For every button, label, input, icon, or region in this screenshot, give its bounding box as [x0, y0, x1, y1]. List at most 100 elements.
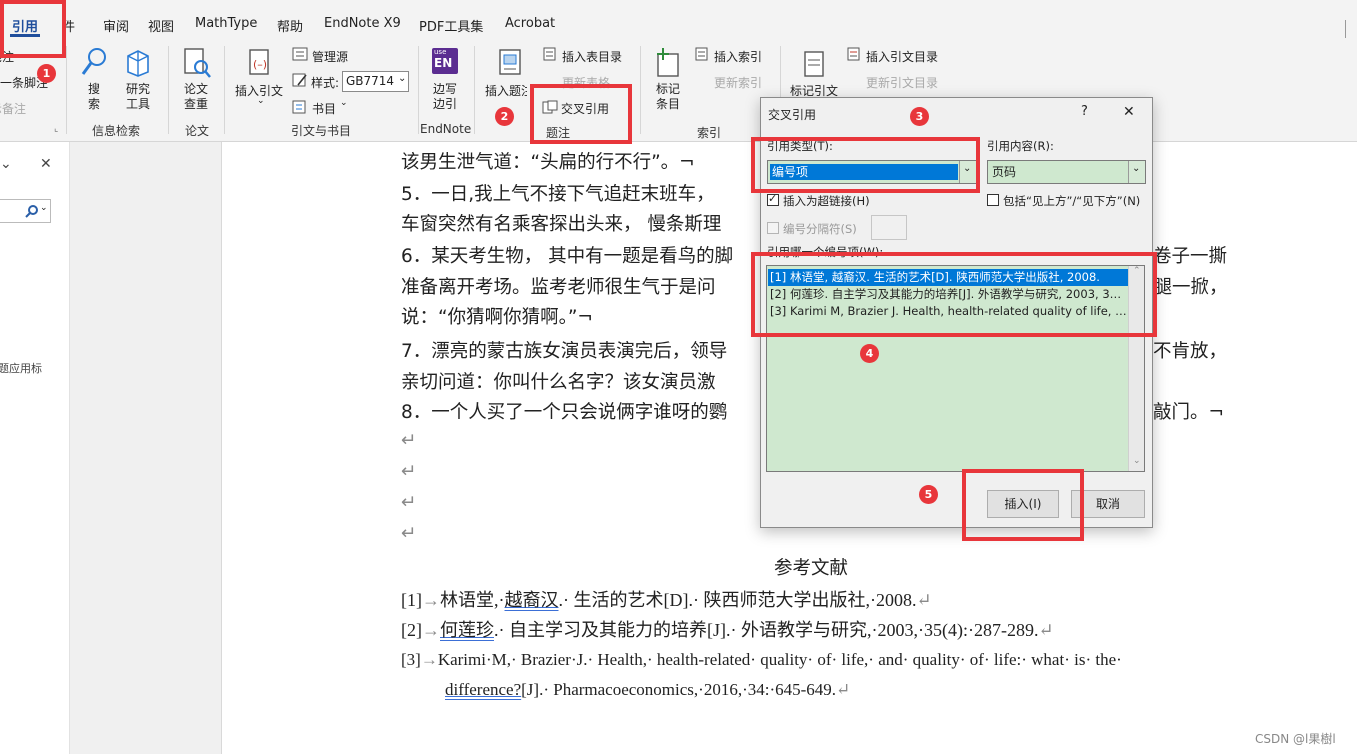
- ref-content-dropdown[interactable]: 页码 ⌄: [987, 160, 1146, 184]
- research-tools-button[interactable]: 研究工具: [126, 82, 152, 112]
- endnote-icon: use EN: [432, 48, 458, 74]
- separator-label: 编号分隔符(S): [783, 222, 857, 236]
- doc-line: 车窗突然有名乘客探出头来， 慢条斯理: [401, 214, 722, 235]
- svg-text:(–): (–): [253, 58, 267, 71]
- update-index-button[interactable]: 更新索引: [714, 74, 762, 91]
- tab-arrow: →: [422, 620, 440, 640]
- doc-line: 说：“你猜啊你猜啊。”¬: [401, 307, 593, 328]
- paper-check-button[interactable]: 论文查重: [184, 82, 210, 112]
- annotation-box: [530, 84, 632, 144]
- endnote-icon-mark: use: [434, 48, 447, 56]
- update-toa-button[interactable]: 更新引文目录: [866, 74, 938, 91]
- group-label-citations: 引文与书目: [291, 124, 352, 138]
- tab-arrow: →: [422, 590, 440, 610]
- group-separator: [474, 46, 475, 134]
- group-label-endnote: EndNote: [420, 122, 472, 136]
- nav-search-box[interactable]: ⌄: [0, 199, 51, 223]
- chevron-down-icon[interactable]: ⌄: [340, 98, 348, 108]
- reference-entry-continued: difference?[J].· Pharmacoeconomics,·2016…: [445, 680, 850, 700]
- show-notes-button[interactable]: 显示备注: [0, 100, 26, 117]
- insert-index-icon: [695, 47, 708, 61]
- group-separator: [418, 46, 419, 134]
- separator-checkbox[interactable]: [767, 222, 779, 234]
- research-tools-icon: [127, 50, 149, 77]
- group-label-index: 索引: [697, 126, 722, 140]
- insert-table-of-figures-button[interactable]: 插入表目录: [562, 48, 622, 65]
- search-icon: [81, 48, 106, 75]
- annotation-box: [0, 0, 66, 58]
- annotation-badge: 2: [495, 107, 514, 126]
- mark-citation-icon: [804, 51, 824, 77]
- references-title: 参考文献: [774, 558, 849, 579]
- reference-text: Karimi·M,· Brazier·J.· Health,· health-r…: [437, 650, 1122, 669]
- search-button[interactable]: 搜索: [88, 82, 102, 112]
- check-icon: ✓: [768, 192, 778, 205]
- reference-text: [J].· Pharmacoeconomics,·2016,·34:·645-6…: [521, 680, 837, 699]
- insert-citation-icon: (–): [249, 49, 269, 75]
- page-margin-area: [70, 142, 222, 754]
- help-button[interactable]: ?: [1081, 104, 1088, 119]
- doc-line: 6．某天考生物， 其中有一题是看鸟的脚: [401, 246, 734, 267]
- annotation-box: [962, 469, 1084, 541]
- paragraph-mark: ↵: [401, 461, 417, 482]
- write-cite-button[interactable]: 边写边引: [433, 82, 459, 112]
- doc-line-fragment: 敲门。¬: [1153, 402, 1225, 423]
- insert-index-button[interactable]: 插入索引: [714, 48, 762, 65]
- annotation-box: [751, 252, 1157, 337]
- annotation-badge: 1: [37, 64, 56, 83]
- manage-sources-button[interactable]: 管理源: [312, 48, 348, 65]
- navigation-pane: ⌄ ✕ ⌄ 题应用标: [0, 142, 70, 754]
- tab-endnote[interactable]: EndNote X9: [324, 16, 401, 31]
- group-separator: [224, 46, 225, 134]
- close-button[interactable]: ✕: [1123, 104, 1135, 120]
- group-label-info: 信息检索: [92, 124, 141, 138]
- annotation-badge: 3: [910, 107, 929, 126]
- search-icon: [25, 205, 38, 218]
- tab-pdf-tools[interactable]: PDF工具集: [419, 16, 483, 35]
- scroll-down-icon[interactable]: ⌄: [1133, 456, 1141, 466]
- doc-line: 8．一个人买了一个只会说俩字谁呀的鹦: [401, 402, 728, 423]
- endnote-icon-mark: EN: [434, 56, 453, 70]
- chevron-down-icon: ⌄: [1128, 161, 1145, 183]
- reference-number: [2]: [401, 620, 422, 640]
- ref-content-value: 页码: [992, 165, 1017, 179]
- bibliography-button[interactable]: 书目: [312, 100, 336, 117]
- separator-input[interactable]: [871, 215, 907, 240]
- tab-arrow: →: [420, 650, 438, 669]
- paragraph-mark: ↵: [836, 680, 851, 699]
- chevron-down-icon: ⌄: [40, 203, 48, 213]
- style-dropdown[interactable]: GB7714 ⌄: [342, 71, 409, 92]
- reference-text-underlined: difference?: [445, 680, 522, 699]
- style-dropdown-value: GB7714: [346, 74, 395, 88]
- reference-entry: [1]→林语堂,·越裔汉.· 生活的艺术[D].· 陕西师范大学出版社,·200…: [401, 586, 932, 612]
- doc-line: 该男生泄气道：“头扁的行不行”。¬: [401, 152, 695, 173]
- dialog-launcher-icon[interactable]: ⌞: [54, 124, 58, 134]
- word-window: 引用 邮件 审阅 视图 MathType 帮助 EndNote X9 PDF工具…: [0, 0, 1357, 754]
- mark-entry-button[interactable]: 标记条目: [656, 82, 682, 112]
- tab-help[interactable]: 帮助: [277, 16, 303, 35]
- paragraph-mark: ↵: [401, 430, 417, 451]
- chevron-down-icon[interactable]: ⌄: [0, 156, 12, 172]
- paragraph-mark: ↵: [401, 492, 417, 513]
- insert-caption-button[interactable]: 插入题注: [485, 82, 527, 99]
- doc-line: 5．一日,我上气不接下气追赶末班车，: [401, 184, 715, 205]
- paragraph-mark: ↵: [916, 590, 932, 610]
- dialog-title: 交叉引用: [768, 108, 817, 122]
- annotation-badge: 4: [860, 344, 879, 363]
- tab-review[interactable]: 审阅: [103, 16, 129, 35]
- paper-check-icon: [184, 48, 211, 78]
- close-icon[interactable]: ✕: [40, 156, 52, 172]
- tab-mathtype[interactable]: MathType: [195, 16, 257, 31]
- reference-text-underlined: 越裔汉: [504, 590, 559, 610]
- reference-text-underlined: 何莲珍: [440, 620, 494, 640]
- insert-table-of-figures-icon: [543, 47, 556, 61]
- include-above-below-checkbox[interactable]: [987, 194, 999, 206]
- chevron-down-icon[interactable]: ⌄: [257, 96, 265, 106]
- tab-acrobat[interactable]: Acrobat: [505, 16, 555, 31]
- hyperlink-checkbox[interactable]: ✓: [767, 192, 779, 206]
- group-separator: [168, 46, 169, 134]
- reference-text: .· 生活的艺术[D].· 陕西师范大学出版社,·2008.: [558, 590, 917, 610]
- insert-toa-button[interactable]: 插入引文目录: [866, 48, 938, 65]
- tab-view[interactable]: 视图: [148, 16, 174, 35]
- style-icon: [292, 73, 307, 87]
